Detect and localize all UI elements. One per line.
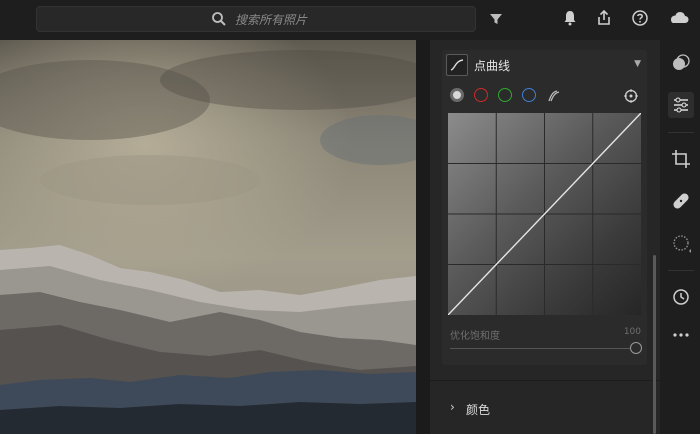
tool-strip: [660, 40, 700, 434]
point-curve-card: 点曲线 ▼ 优化饱和度 100: [442, 50, 647, 365]
channel-green-button[interactable]: [498, 88, 512, 102]
bell-icon[interactable]: [561, 9, 581, 29]
curve-graph[interactable]: [448, 113, 641, 315]
cloud-icon[interactable]: [668, 9, 689, 29]
curve-title: 点曲线: [474, 59, 511, 73]
more-icon[interactable]: [668, 322, 694, 348]
curve-tool-icon[interactable]: [446, 54, 468, 76]
crop-icon[interactable]: [668, 146, 694, 172]
adjust-icon[interactable]: [668, 92, 694, 118]
history-icon[interactable]: [668, 284, 694, 310]
mask-icon[interactable]: [668, 50, 694, 76]
strip-divider: [668, 132, 694, 133]
channel-rgb-button[interactable]: [450, 88, 464, 102]
saturation-slider-track[interactable]: [450, 348, 630, 349]
channel-blue-button[interactable]: [522, 88, 536, 102]
top-bar: 搜索所有照片: [0, 0, 700, 40]
filter-icon[interactable]: [486, 9, 506, 29]
saturation-label: 优化饱和度: [450, 331, 500, 342]
panel-divider: [416, 40, 430, 434]
section-divider: [430, 380, 660, 381]
edit-panel: 点曲线 ▼ 优化饱和度 100 › 颜色: [430, 40, 660, 434]
channel-all-icon[interactable]: [546, 88, 560, 102]
target-adjust-icon[interactable]: [624, 88, 638, 103]
chevron-down-icon[interactable]: ▼: [634, 59, 641, 69]
saturation-value: 100: [623, 327, 641, 337]
share-icon[interactable]: [595, 9, 615, 29]
chevron-right-icon[interactable]: ›: [450, 400, 455, 414]
search-icon: [211, 11, 227, 27]
color-section-label: 颜色: [466, 403, 491, 417]
help-icon[interactable]: [631, 9, 651, 29]
curve-header[interactable]: 点曲线 ▼: [446, 53, 641, 77]
color-section-header[interactable]: › 颜色: [450, 400, 630, 420]
brush-icon[interactable]: [668, 230, 694, 256]
search-placeholder[interactable]: 搜索所有照片: [235, 11, 307, 28]
strip-divider: [668, 270, 694, 271]
search-box[interactable]: 搜索所有照片: [36, 6, 476, 32]
saturation-slider-thumb[interactable]: [630, 342, 642, 354]
photo-preview[interactable]: [0, 40, 416, 434]
heal-icon[interactable]: [668, 188, 694, 214]
panel-scrollbar[interactable]: [653, 255, 656, 434]
channel-selector: [450, 88, 640, 106]
channel-red-button[interactable]: [474, 88, 488, 102]
